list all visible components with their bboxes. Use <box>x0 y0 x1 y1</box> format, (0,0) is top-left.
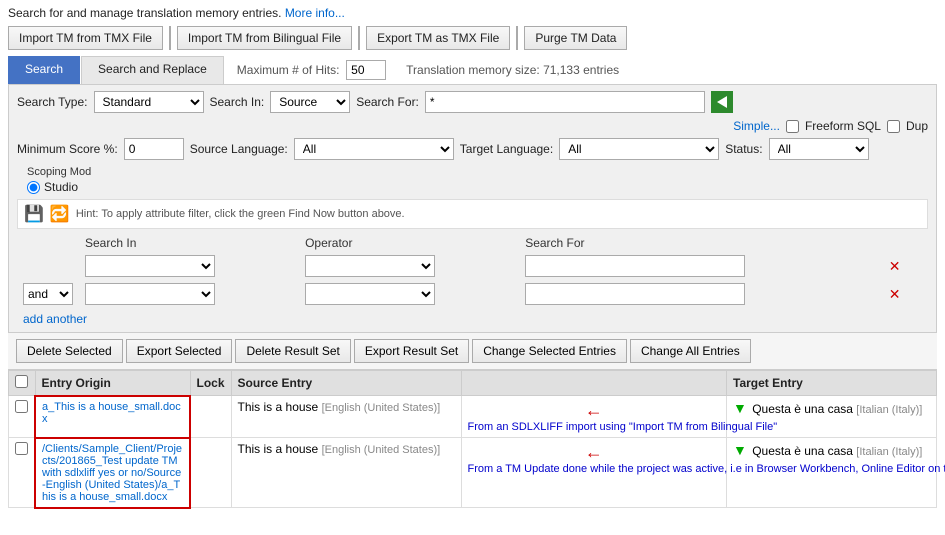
filter2-connector[interactable]: andor <box>23 283 73 305</box>
row2-checkbox[interactable] <box>15 442 28 455</box>
col-operator: Operator <box>299 234 519 252</box>
status-select[interactable]: All Approved <box>769 138 869 160</box>
scoping-label: Scoping Mod <box>27 166 91 178</box>
row2-lock <box>190 438 231 508</box>
filter2-delete-button[interactable]: ✕ <box>885 286 905 303</box>
search-type-label: Search Type: <box>17 95 88 109</box>
dup-label: Dup <box>906 119 928 133</box>
change-all-button[interactable]: Change All Entries <box>630 339 751 363</box>
col-lock: Lock <box>190 371 231 396</box>
search-panel: Search Type: Standard Fuzzy Search In: S… <box>8 85 937 333</box>
min-score-label: Minimum Score %: <box>17 142 118 156</box>
row1-source: This is a house [English (United States)… <box>231 396 461 438</box>
search-in-label: Search In: <box>210 95 265 109</box>
export-result-set-button[interactable]: Export Result Set <box>354 339 469 363</box>
row1-checkbox[interactable] <box>15 400 28 413</box>
purge-button[interactable]: Purge TM Data <box>524 26 627 50</box>
target-lang-select[interactable]: All Italian (Italy) <box>559 138 719 160</box>
row1-annotation: From an SDLXLIFF import using "Import TM… <box>468 421 668 433</box>
delete-selected-button[interactable]: Delete Selected <box>16 339 123 363</box>
filter-row-1: ✕ <box>17 252 928 280</box>
filter1-delete-button[interactable]: ✕ <box>885 258 905 275</box>
max-hits-input[interactable] <box>346 60 386 80</box>
filter-row-2: andor ✕ <box>17 280 928 308</box>
col-entry-origin: Entry Origin <box>35 371 190 396</box>
row1-lock <box>190 396 231 438</box>
delete-result-set-button[interactable]: Delete Result Set <box>235 339 350 363</box>
col-search-in: Search In <box>79 234 299 252</box>
col-search-for: Search For <box>519 234 879 252</box>
filter2-search-for[interactable] <box>525 283 745 305</box>
simple-link[interactable]: Simple... <box>733 119 780 133</box>
row1-arrow: ← From an SDLXLIFF import using "Import … <box>461 396 726 438</box>
search-for-label: Search For: <box>356 95 419 109</box>
status-label: Status: <box>725 142 762 156</box>
scoping-radio[interactable] <box>27 181 40 194</box>
export-tmx-button[interactable]: Export TM as TMX File <box>366 26 510 50</box>
row1-entry-origin: a_This is a house_small.docx <box>35 396 190 438</box>
row2-source: This is a house [English (United States)… <box>231 438 461 508</box>
top-button-row: Import TM from TMX File Import TM from B… <box>8 26 937 50</box>
scoping-studio-label: Studio <box>44 180 78 194</box>
tab-search-replace[interactable]: Search and Replace <box>81 56 224 84</box>
hint-row: 💾 🔁 Hint: To apply attribute filter, cli… <box>17 199 928 229</box>
top-info: Search for and manage translation memory… <box>8 6 937 20</box>
import-bilingual-button[interactable]: Import TM from Bilingual File <box>177 26 352 50</box>
filter1-search-for[interactable] <box>525 255 745 277</box>
target-lang-label: Target Language: <box>460 142 553 156</box>
search-type-select[interactable]: Standard Fuzzy <box>94 91 204 113</box>
source-lang-select[interactable]: All English (United States) <box>294 138 454 160</box>
import-tmx-button[interactable]: Import TM from TMX File <box>8 26 163 50</box>
change-selected-button[interactable]: Change Selected Entries <box>472 339 627 363</box>
row2-entry-origin: /Clients/Sample_Client/Projects/201865_T… <box>35 438 190 508</box>
more-info-link[interactable]: More info... <box>285 6 345 20</box>
filter-table: Search In Operator Search For ✕ andor <box>17 234 928 308</box>
results-table: Entry Origin Lock Source Entry Target En… <box>8 370 937 509</box>
min-score-input[interactable] <box>124 138 184 160</box>
filter2-search-in[interactable] <box>85 283 215 305</box>
hint-text: Hint: To apply attribute filter, click t… <box>76 208 405 220</box>
search-in-select[interactable]: Source Target <box>270 91 350 113</box>
row2-arrow: ← From a TM Update done while the projec… <box>461 438 726 508</box>
export-selected-button[interactable]: Export Selected <box>126 339 233 363</box>
add-another-link[interactable]: add another <box>23 312 87 326</box>
freeform-sql-checkbox[interactable] <box>786 120 799 133</box>
table-row: /Clients/Sample_Client/Projects/201865_T… <box>9 438 937 508</box>
dup-checkbox[interactable] <box>887 120 900 133</box>
select-all-checkbox[interactable] <box>15 375 28 388</box>
tab-row: Search Search and Replace Maximum # of H… <box>8 56 937 85</box>
tab-search[interactable]: Search <box>8 56 80 84</box>
freeform-sql-label: Freeform SQL <box>805 119 881 133</box>
scoping-section: Scoping Mod Studio <box>27 166 91 194</box>
search-for-input[interactable] <box>425 91 705 113</box>
tab-info: Maximum # of Hits: Translation memory si… <box>225 56 937 84</box>
find-now-button[interactable] <box>711 91 733 113</box>
filter2-operator[interactable] <box>305 283 435 305</box>
col-source-entry: Source Entry <box>231 371 461 396</box>
col-target-entry: Target Entry <box>727 371 937 396</box>
source-lang-label: Source Language: <box>190 142 288 156</box>
filter1-search-in[interactable] <box>85 255 215 277</box>
table-row: a_This is a house_small.docx This is a h… <box>9 396 937 438</box>
filter1-operator[interactable] <box>305 255 435 277</box>
action-bar: Delete Selected Export Selected Delete R… <box>8 333 937 370</box>
row2-annotation: From a TM Update done while the project … <box>468 463 688 475</box>
